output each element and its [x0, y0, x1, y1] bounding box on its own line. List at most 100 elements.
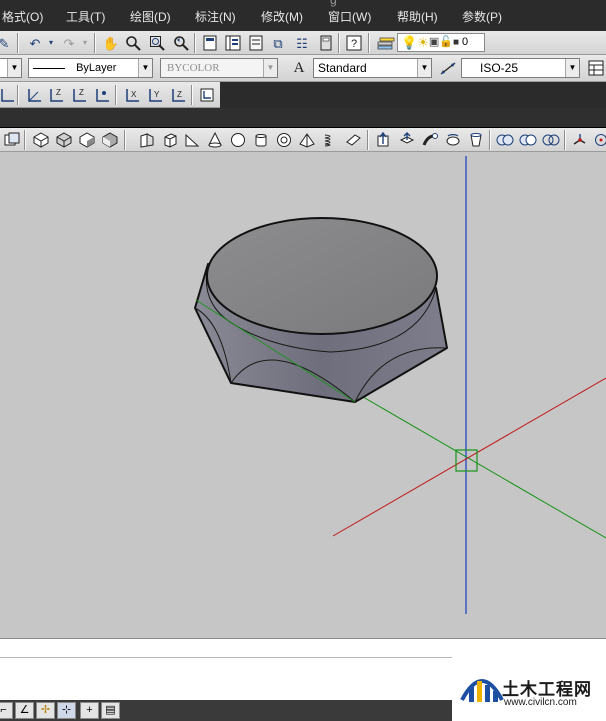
layer-dropdown[interactable]: 💡 ☀ ▣ 🔓 ■ 0 [397, 33, 485, 52]
cylinder-icon[interactable] [251, 130, 271, 150]
tool-palettes-icon[interactable] [246, 33, 266, 53]
toolbar-separator [191, 85, 193, 105]
drawing-viewport[interactable] [0, 152, 606, 638]
wedge-icon[interactable] [182, 130, 202, 150]
menu-format[interactable]: 格式(O) [2, 10, 43, 24]
3d-move-icon[interactable] [569, 130, 589, 150]
dimension-style-icon[interactable] [438, 58, 458, 78]
hex-nut-solid[interactable] [194, 217, 448, 403]
linetype-sample [33, 67, 65, 69]
menu-parametric[interactable]: 参数(P) [462, 10, 502, 24]
dimension-style-dropdown[interactable]: ISO-25 ▼ [461, 58, 580, 78]
properties-icon[interactable] [200, 33, 220, 53]
sweep-icon[interactable] [420, 130, 440, 150]
polysolid-icon[interactable] [137, 130, 157, 150]
3d-rotate-icon[interactable] [591, 130, 606, 150]
markup-set-manager-icon[interactable]: ☷ [292, 33, 312, 53]
layer-properties-icon[interactable] [376, 33, 396, 53]
zoom-window-icon[interactable] [147, 33, 167, 53]
ucs-toolbar: Z Z X Y Z [0, 82, 606, 108]
toolbar-empty-area [220, 82, 606, 108]
snap-mode-button[interactable]: ⌐ [0, 702, 13, 719]
ucs-x-rotate-icon[interactable]: X [122, 85, 142, 105]
design-center-icon[interactable] [223, 33, 243, 53]
watermark-url: www.civilcn.com [504, 697, 577, 708]
helix-icon[interactable] [320, 130, 340, 150]
revolve-icon[interactable] [443, 130, 463, 150]
layer-on-bulb-icon[interactable]: 💡 [401, 36, 417, 49]
visual-style-hidden-icon[interactable] [77, 130, 97, 150]
watermark-logo: 土木工程网 www.civilcn.com [452, 648, 606, 721]
pan-icon[interactable]: ✋ [101, 33, 121, 53]
toolbar-separator [17, 33, 19, 53]
intersect-icon[interactable] [541, 130, 561, 150]
menu-dimension[interactable]: 标注(N) [195, 10, 236, 24]
subtract-icon[interactable] [518, 130, 538, 150]
3d-object-snap-button[interactable]: ⊹ [57, 702, 76, 719]
presspull-icon[interactable] [397, 130, 417, 150]
dynamic-ucs-button[interactable]: ▤ [101, 702, 120, 719]
zoom-realtime-icon[interactable] [123, 33, 143, 53]
visual-style-2dwire-icon[interactable] [31, 130, 51, 150]
ucs-origin-icon[interactable]: Z [46, 85, 66, 105]
cone-icon[interactable] [205, 130, 225, 150]
visual-style-realistic-icon[interactable] [100, 130, 120, 150]
model-space-canvas[interactable] [0, 152, 606, 638]
ucs-y-rotate-icon[interactable]: Y [145, 85, 165, 105]
zoom-previous-icon[interactable] [171, 33, 191, 53]
toolbar-separator [338, 33, 340, 53]
visual-style-3dwire-icon[interactable] [54, 130, 74, 150]
dimension-style-value: ISO-25 [480, 61, 519, 75]
planar-surface-icon[interactable] [343, 130, 363, 150]
svg-text:Z: Z [79, 88, 84, 97]
toolbar-separator [17, 85, 19, 105]
box-icon[interactable] [160, 130, 180, 150]
undo-dropdown-icon[interactable]: ▾ [41, 33, 61, 53]
views-icon[interactable] [2, 130, 22, 150]
layer-lock-icon[interactable]: 🔓 [439, 37, 453, 48]
color-control-dropdown[interactable]: ▼ [0, 58, 22, 78]
quickcalc-icon[interactable] [316, 33, 336, 53]
current-layer-name: 0 [462, 36, 469, 48]
x-axis-line [332, 377, 606, 537]
svg-text:X: X [131, 90, 137, 99]
civilcn-logo-icon [460, 679, 504, 702]
pyramid-icon[interactable] [297, 130, 317, 150]
ucs-3point-icon[interactable] [92, 85, 112, 105]
chevron-down-icon: ▼ [263, 59, 277, 77]
menu-window[interactable]: 窗口(W) [328, 10, 371, 24]
ucs-apply-icon[interactable] [197, 85, 217, 105]
svg-text:?: ? [351, 38, 357, 50]
help-icon[interactable]: ? [344, 33, 364, 53]
loft-icon[interactable] [466, 130, 486, 150]
plot-style-dropdown[interactable]: BYCOLOR ▼ [160, 58, 278, 78]
ucs-zaxis-icon[interactable]: Z [69, 85, 89, 105]
linetype-dropdown[interactable]: ByLayer ▼ [28, 58, 153, 78]
menu-tools[interactable]: 工具(T) [66, 10, 105, 24]
chevron-down-icon: ▼ [417, 59, 431, 77]
polar-tracking-button[interactable]: ∠ [15, 702, 34, 719]
standard-toolbar: ✎ ↶ ▾ ↷ ▾ ✋ ⧉ ☷ ? 💡 ☀ ▣ 🔓 ■ 0 [0, 31, 606, 55]
svg-text:Z: Z [56, 88, 61, 97]
menu-modify[interactable]: 修改(M) [261, 10, 303, 24]
toolbar-separator [367, 130, 369, 150]
layer-thaw-sun-icon[interactable]: ☀ [417, 36, 429, 49]
ortho-mode-button[interactable]: + [80, 702, 99, 719]
extrude-icon[interactable] [374, 130, 394, 150]
text-style-dropdown[interactable]: Standard ▼ [313, 58, 432, 78]
redo-dropdown-icon[interactable]: ▾ [75, 33, 95, 53]
ucs-world-icon[interactable] [24, 85, 44, 105]
object-snap-button[interactable]: ✢ [36, 702, 55, 719]
ucs-icon[interactable] [0, 85, 17, 105]
text-style-icon[interactable]: A [289, 58, 309, 78]
torus-icon[interactable] [274, 130, 294, 150]
union-icon[interactable] [495, 130, 515, 150]
table-style-icon[interactable] [586, 58, 606, 78]
sphere-icon[interactable] [228, 130, 248, 150]
ucs-z-rotate-icon[interactable]: Z [168, 85, 188, 105]
sheet-set-manager-icon[interactable]: ⧉ [268, 33, 288, 53]
layer-viewport-icon[interactable]: ▣ [429, 37, 439, 48]
menu-draw[interactable]: 绘图(D) [130, 10, 171, 24]
menu-help[interactable]: 帮助(H) [397, 10, 438, 24]
match-properties-icon[interactable]: ✎ [0, 33, 14, 53]
